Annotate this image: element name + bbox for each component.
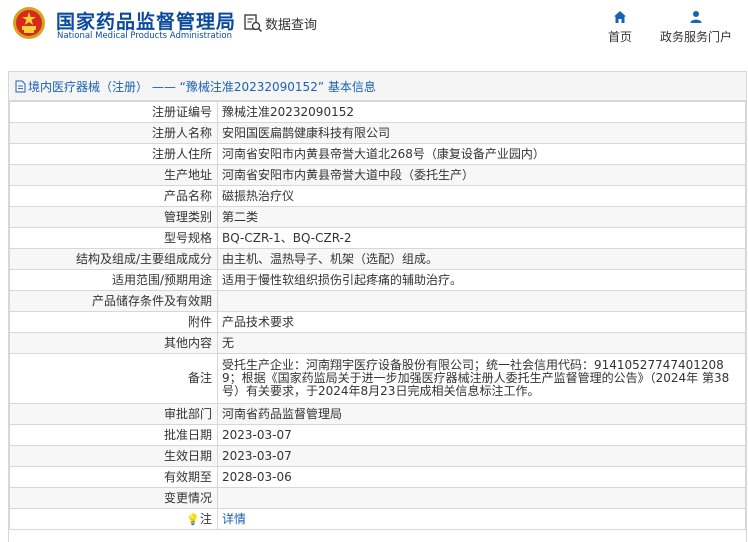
detail-panel: 境内医疗器械（注册） —— “豫械注准20232090152” 基本信息 注册证… [8,71,747,542]
row-label: 适用范围/预期用途 [9,269,218,291]
table-row: 型号规格 BQ-CZR-1、BQ-CZR-2 [9,227,746,249]
row-label: 注册人住所 [9,143,218,165]
panel-title-text: 境内医疗器械（注册） —— “豫械注准20232090152” 基本信息 [28,79,376,94]
row-value: 详情 [217,508,746,530]
table-row: 有效期至 2028-03-06 [9,466,746,488]
table-row: 注册人住所 河南省安阳市内黄县帝誉大道北268号（康复设备产业园内） [9,143,746,165]
row-label: 管理类别 [9,206,218,228]
site-title-en: National Medical Products Administration [57,31,232,41]
document-icon [15,80,26,92]
row-value: 第二类 [217,206,746,228]
row-value: 河南省药品监督管理局 [217,403,746,425]
row-value: 产品技术要求 [217,311,746,333]
table-row: 注册人名称 安阳国医扁鹊健康科技有限公司 [9,122,746,144]
row-label: 变更情况 [9,487,218,509]
lightbulb-icon: 💡 [186,512,200,526]
table-row: 生效日期 2023-03-07 [9,445,746,467]
table-row: 💡注 详情 [9,508,746,530]
row-value: 2023-03-07 [217,445,746,467]
row-label: 备注 [9,353,218,404]
row-value: 2028-03-06 [217,466,746,488]
table-row: 附件 产品技术要求 [9,311,746,333]
row-value [217,487,746,509]
row-label: 注册人名称 [9,122,218,144]
row-value: 河南省安阳市内黄县帝誉大道中段（委托生产） [217,164,746,186]
nav-service-portal-label: 政务服务门户 [659,30,732,44]
row-value: BQ-CZR-1、BQ-CZR-2 [217,227,746,249]
site-title-cn: 国家药品监督管理局 [56,11,237,33]
table-row: 备注 受托生产企业：河南翔宇医疗设备股份有限公司；统一社会信用代码：914105… [9,353,746,404]
table-row: 结构及组成/主要组成成分 由主机、温热导子、机架（选配）组成。 [9,248,746,270]
nav-service-portal[interactable]: 政务服务门户 [658,10,734,45]
nav-home-label: 首页 [607,30,632,44]
user-icon [690,11,702,23]
site-header: 国家药品监督管理局 National Medical Products Admi… [0,0,748,62]
home-icon [614,11,626,23]
row-label: 产品储存条件及有效期 [9,290,218,312]
row-value [217,290,746,312]
row-label: 注 [199,511,212,526]
table-row: 注册证编号 豫械注准20232090152 [9,101,746,123]
details-link[interactable]: 详情 [222,512,246,526]
row-label: 型号规格 [9,227,218,249]
row-label: 结构及组成/主要组成成分 [9,248,218,270]
table-row: 批准日期 2023-03-07 [9,424,746,446]
data-query-label: 数据查询 [265,17,318,33]
table-row: 管理类别 第二类 [9,206,746,228]
table-row: 产品名称 磁振热治疗仪 [9,185,746,207]
row-label: 附件 [9,311,218,333]
note-label-cell: 💡注 [9,508,218,530]
nav-home[interactable]: 首页 [602,10,638,45]
table-row: 变更情况 [9,487,746,509]
data-query-link[interactable]: 数据查询 [243,13,317,33]
table-row: 适用范围/预期用途 适用于慢性软组织损伤引起疼痛的辅助治疗。 [9,269,746,291]
row-value: 磁振热治疗仪 [217,185,746,207]
row-label: 批准日期 [9,424,218,446]
national-emblem-icon [13,7,45,39]
row-value: 由主机、温热导子、机架（选配）组成。 [217,248,746,270]
row-label: 产品名称 [9,185,218,207]
row-label: 审批部门 [9,403,218,425]
row-value: 受托生产企业：河南翔宇医疗设备股份有限公司；统一社会信用代码：914105277… [217,353,746,404]
row-label: 生效日期 [9,445,218,467]
row-value: 无 [217,332,746,354]
table-row: 其他内容 无 [9,332,746,354]
row-value: 安阳国医扁鹊健康科技有限公司 [217,122,746,144]
row-label: 有效期至 [9,466,218,488]
table-row: 审批部门 河南省药品监督管理局 [9,403,746,425]
detail-table: 注册证编号 豫械注准20232090152 注册人名称 安阳国医扁鹊健康科技有限… [9,101,746,530]
row-value: 河南省安阳市内黄县帝誉大道北268号（康复设备产业园内） [217,143,746,165]
row-label: 生产地址 [9,164,218,186]
row-value: 适用于慢性软组织损伤引起疼痛的辅助治疗。 [217,269,746,291]
row-value: 2023-03-07 [217,424,746,446]
row-label: 其他内容 [9,332,218,354]
panel-title: 境内医疗器械（注册） —— “豫械注准20232090152” 基本信息 [9,72,746,101]
row-label: 注册证编号 [9,101,218,123]
row-value: 豫械注准20232090152 [217,101,746,123]
document-search-icon [244,14,263,33]
table-row: 生产地址 河南省安阳市内黄县帝誉大道中段（委托生产） [9,164,746,186]
table-row: 产品储存条件及有效期 [9,290,746,312]
